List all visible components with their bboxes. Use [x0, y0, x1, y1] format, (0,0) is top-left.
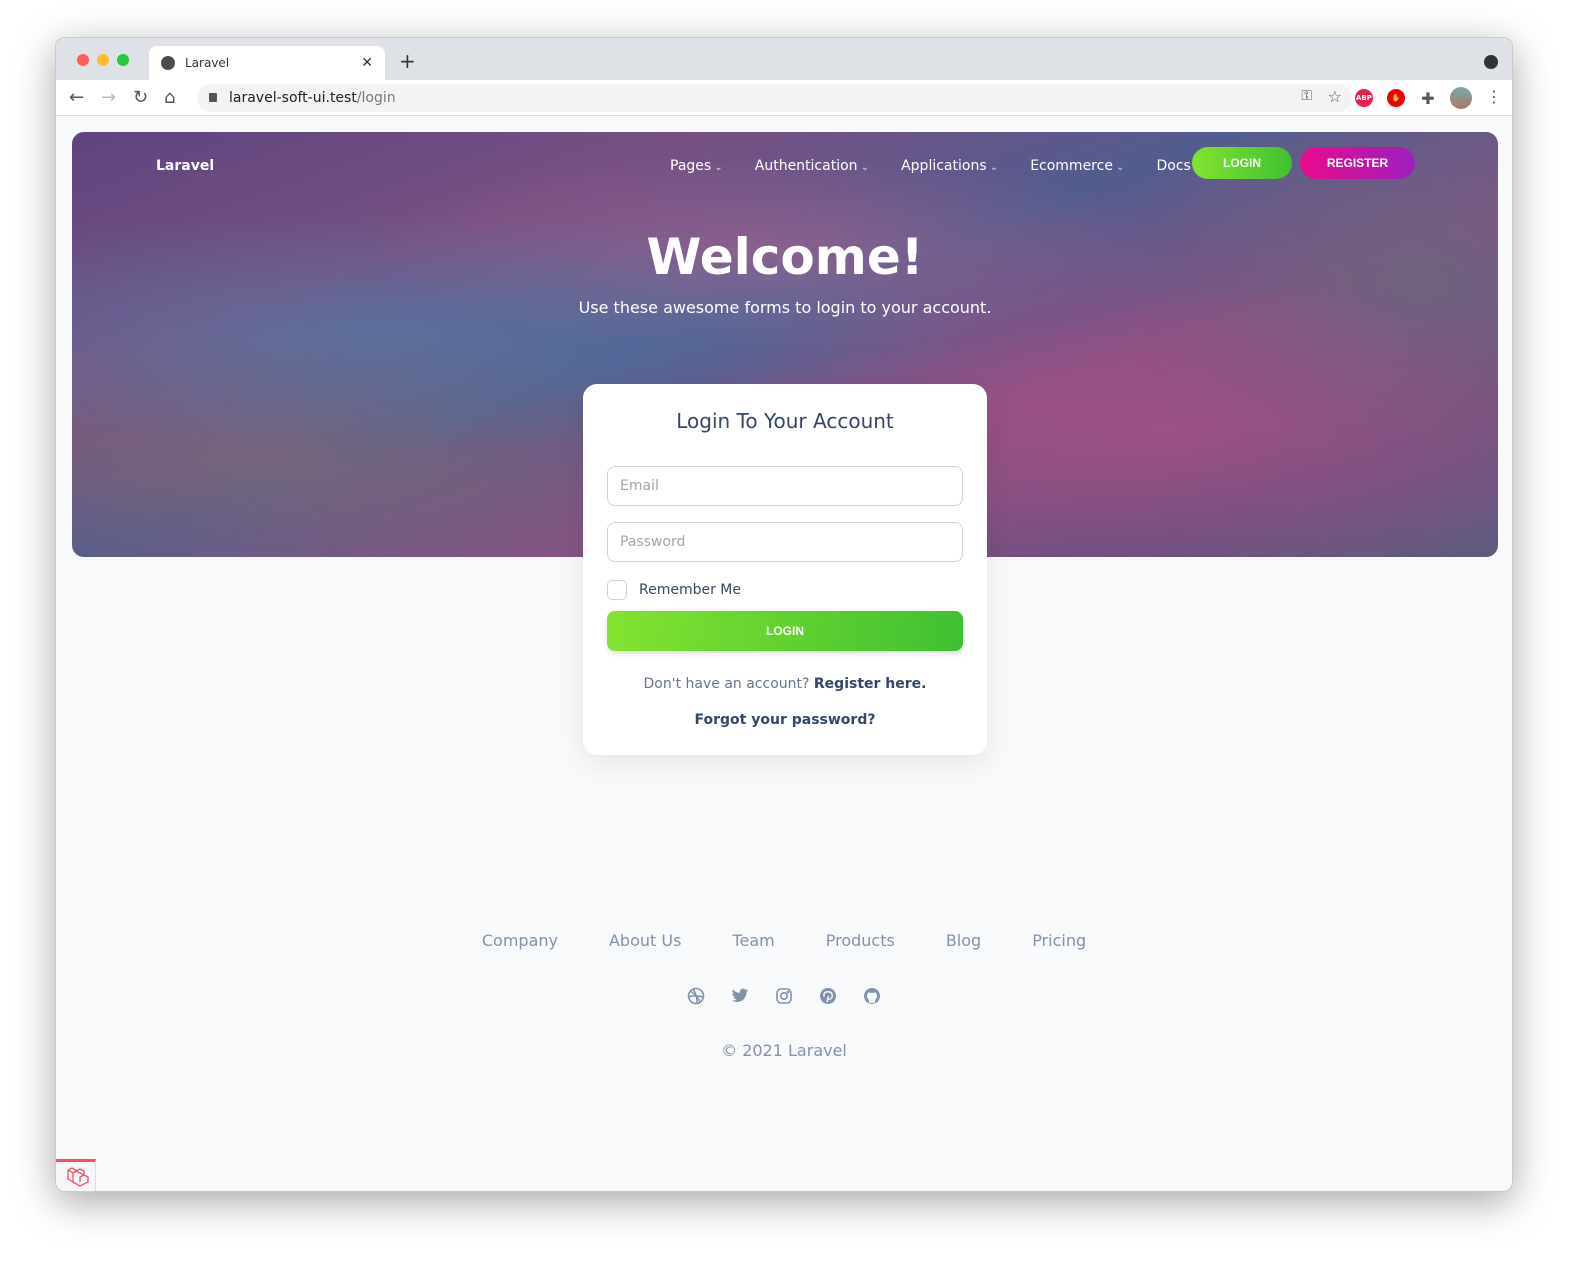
browser-window: Laravel ✕ + ← → ↻ ⌂ laravel-soft-ui.test… — [55, 37, 1513, 1192]
remember-label[interactable]: Remember Me — [639, 582, 741, 598]
ublock-icon[interactable]: ✋ — [1387, 89, 1405, 107]
globe-icon — [161, 56, 175, 70]
url-host: laravel-soft-ui.test — [229, 90, 357, 106]
more-icon[interactable]: ⋮ — [1486, 87, 1502, 106]
github-icon[interactable] — [863, 987, 881, 1005]
page-subtitle: Use these awesome forms to login to your… — [578, 298, 992, 317]
nav-authentication[interactable]: Authentication — [755, 158, 869, 174]
browser-tab[interactable]: Laravel ✕ — [149, 46, 385, 80]
footer-link-blog[interactable]: Blog — [946, 931, 981, 950]
no-account-label: Don't have an account? — [643, 676, 810, 692]
home-icon[interactable]: ⌂ — [164, 87, 175, 108]
copyright: © 2021 Laravel — [721, 1041, 847, 1060]
extensions-icon[interactable]: ✚ — [1419, 89, 1437, 108]
register-link[interactable]: Register here. — [814, 676, 927, 692]
window-controls — [77, 54, 129, 66]
minimize-window-button[interactable] — [97, 54, 109, 66]
email-field[interactable] — [607, 466, 963, 506]
footer-link-pricing[interactable]: Pricing — [1032, 931, 1086, 950]
login-button[interactable]: LOGIN — [607, 611, 963, 651]
card-title: Login To Your Account — [676, 409, 894, 433]
forward-icon[interactable]: → — [101, 87, 116, 108]
nav-register-button[interactable]: REGISTER — [1300, 147, 1415, 179]
nav-applications[interactable]: Applications — [901, 158, 998, 174]
twitter-icon[interactable] — [731, 987, 749, 1005]
instagram-icon[interactable] — [775, 987, 793, 1005]
pinterest-icon[interactable] — [819, 987, 837, 1005]
login-card: Login To Your Account Remember Me LOGIN … — [583, 384, 987, 755]
main-nav: Pages Authentication Applications Ecomme… — [670, 158, 1202, 174]
browser-toolbar: ← → ↻ ⌂ laravel-soft-ui.test/login ⚿ ☆ A… — [56, 80, 1512, 116]
lock-icon — [209, 93, 217, 102]
footer-links: Company About Us Team Products Blog Pric… — [56, 931, 1512, 950]
avatar[interactable] — [1450, 87, 1472, 109]
reload-icon[interactable]: ↻ — [133, 87, 148, 108]
laravel-debugbar-icon[interactable] — [56, 1159, 96, 1191]
maximize-window-button[interactable] — [117, 54, 129, 66]
footer-link-team[interactable]: Team — [732, 931, 774, 950]
brand-logo[interactable]: Laravel — [156, 158, 214, 174]
footer-link-about[interactable]: About Us — [609, 931, 681, 950]
close-window-button[interactable] — [77, 54, 89, 66]
no-account-text: Don't have an account? Register here. — [583, 676, 987, 692]
remember-me: Remember Me — [607, 580, 741, 600]
star-icon[interactable]: ☆ — [1328, 87, 1342, 106]
tab-title: Laravel — [185, 56, 230, 70]
tab-search-icon[interactable] — [1484, 55, 1498, 69]
key-icon[interactable]: ⚿ — [1301, 88, 1312, 104]
password-field[interactable] — [607, 522, 963, 562]
tab-bar: Laravel ✕ + — [56, 38, 1512, 80]
page-title: Welcome! — [646, 228, 924, 286]
address-bar[interactable]: laravel-soft-ui.test/login ⚿ ☆ — [197, 84, 1352, 112]
url-path: /login — [356, 90, 396, 106]
nav-ecommerce[interactable]: Ecommerce — [1030, 158, 1124, 174]
forgot-password-link[interactable]: Forgot your password? — [583, 712, 987, 728]
footer-link-company[interactable]: Company — [482, 931, 558, 950]
remember-checkbox[interactable] — [607, 580, 627, 600]
new-tab-button[interactable]: + — [399, 49, 416, 73]
footer-link-products[interactable]: Products — [826, 931, 895, 950]
nav-login-button[interactable]: LOGIN — [1192, 147, 1292, 179]
dribbble-icon[interactable] — [687, 987, 705, 1005]
social-links — [56, 987, 1512, 1005]
adblock-icon[interactable]: ABP — [1355, 89, 1373, 107]
nav-pages[interactable]: Pages — [670, 158, 723, 174]
back-icon[interactable]: ← — [69, 87, 84, 108]
close-tab-icon[interactable]: ✕ — [361, 55, 373, 71]
